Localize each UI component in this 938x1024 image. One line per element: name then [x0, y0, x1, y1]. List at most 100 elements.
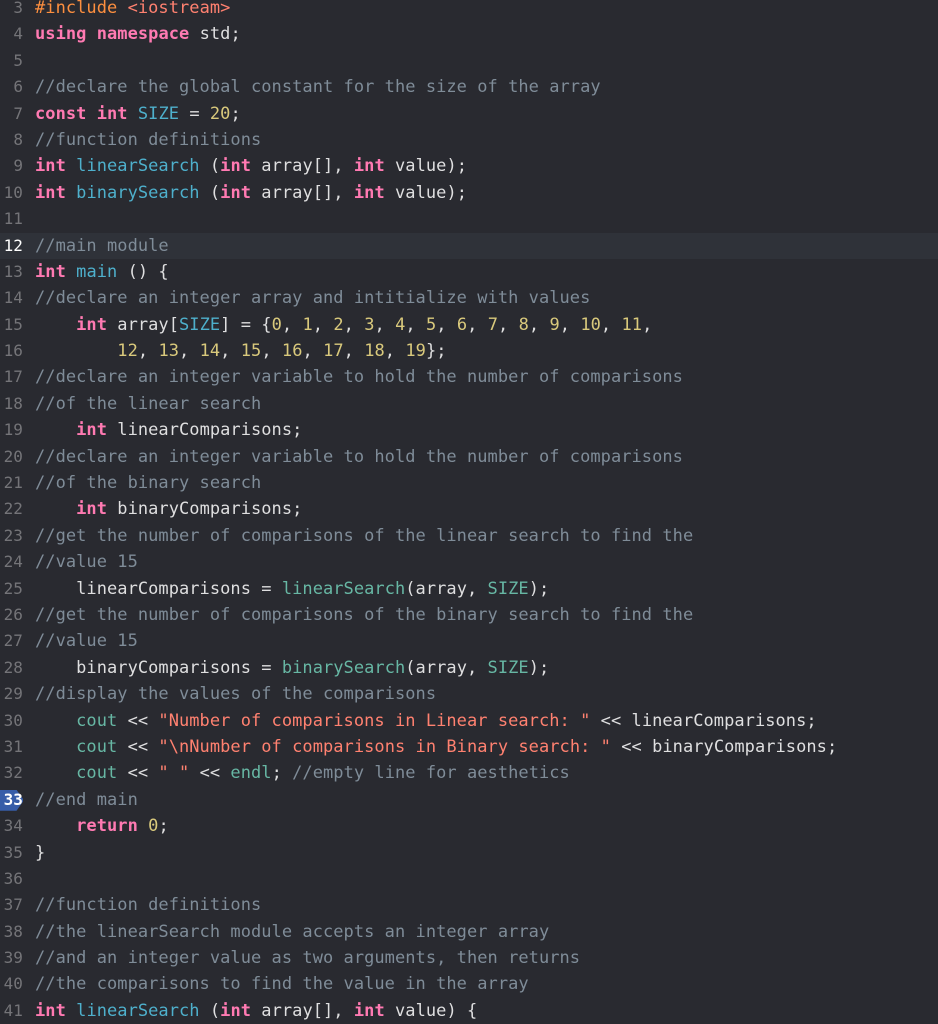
code-line[interactable]: 23 //get the number of comparisons of the… [0, 523, 938, 549]
line-number[interactable]: 33 [0, 787, 23, 813]
code-line[interactable]: 26 //get the number of comparisons of the… [0, 602, 938, 628]
line-number[interactable]: 20 [0, 444, 23, 470]
code-token: , [436, 314, 457, 335]
line-number[interactable]: 21 [0, 470, 23, 496]
code-editor[interactable]: 3 #include <iostream> 4 using namespace std… [0, 0, 938, 1024]
line-number[interactable]: 39 [0, 945, 23, 971]
code-line[interactable]: 17 //declare an integer variable to hold … [0, 364, 938, 390]
line-number[interactable]: 11 [0, 206, 23, 232]
code-line[interactable]: 36 [0, 866, 938, 892]
line-number[interactable]: 30 [0, 708, 23, 734]
code-line[interactable]: 19 int linearComparisons; [0, 417, 938, 443]
code-line[interactable]: 21 //of the binary search [0, 470, 938, 496]
line-number[interactable]: 14 [0, 285, 23, 311]
code-text: //end main [35, 787, 138, 813]
code-line[interactable]: 15 int array[SIZE] = {0, 1, 2, 3, 4, 5, … [0, 312, 938, 338]
code-line[interactable]: 25 linearComparisons = linearSearch(arra… [0, 576, 938, 602]
code-token: 13 [158, 341, 180, 362]
code-line[interactable]: 31 cout << "\nNumber of comparisons in B… [0, 734, 938, 760]
code-line[interactable]: 6 //declare the global constant for the s… [0, 74, 938, 100]
line-number[interactable]: 41 [0, 998, 23, 1024]
line-number[interactable]: 17 [0, 364, 23, 390]
line-number-text: 31 [3, 736, 23, 756]
line-number[interactable]: 29 [0, 681, 23, 707]
code-line[interactable]: 33 //end main [0, 787, 938, 813]
code-line[interactable]: 38 //the linearSearch module accepts an i… [0, 919, 938, 945]
line-number-text: 34 [3, 816, 23, 836]
code-token: 8 [518, 314, 529, 335]
line-number[interactable]: 25 [0, 576, 23, 602]
line-number[interactable]: 37 [0, 892, 23, 918]
code-line[interactable]: 28 binaryComparisons = binarySearch(arra… [0, 655, 938, 681]
line-number[interactable]: 22 [0, 496, 23, 522]
line-number[interactable]: 6 [0, 74, 23, 100]
line-number[interactable]: 18 [0, 391, 23, 417]
code-line[interactable]: 27 //value 15 [0, 628, 938, 654]
code-line[interactable]: 11 [0, 206, 938, 232]
code-line[interactable]: 14 //declare an integer array and intitia… [0, 285, 938, 311]
code-token: <iostream> [127, 0, 231, 18]
code-token: , [302, 341, 324, 362]
code-text: int linearSearch (int array[], int value… [35, 153, 467, 179]
code-line[interactable]: 10 int binarySearch (int array[], int val… [0, 180, 938, 206]
code-line[interactable]: 7 const int SIZE = 20; [0, 101, 938, 127]
line-number[interactable]: 38 [0, 919, 23, 945]
line-number[interactable]: 9 [0, 153, 23, 179]
line-number[interactable]: 28 [0, 655, 23, 681]
code-token: 9 [549, 314, 560, 335]
code-line[interactable]: 41 int linearSearch (int array[], int val… [0, 998, 938, 1024]
line-number[interactable]: 16 [0, 338, 23, 364]
line-number[interactable]: 13 [0, 259, 23, 285]
line-number[interactable]: 12 [0, 233, 23, 259]
code-line[interactable]: 22 int binaryComparisons; [0, 496, 938, 522]
code-token: ; [271, 763, 293, 784]
code-line[interactable]: 4 using namespace std; [0, 21, 938, 47]
code-line[interactable]: 39 //and an integer value as two argument… [0, 945, 938, 971]
code-token: //of the linear search [35, 393, 262, 414]
code-line[interactable]: 9 int linearSearch (int array[], int valu… [0, 153, 938, 179]
code-line[interactable]: 24 //value 15 [0, 549, 938, 575]
line-number[interactable]: 5 [0, 48, 23, 74]
code-text: int binarySearch (int array[], int value… [35, 180, 467, 206]
line-number[interactable]: 27 [0, 628, 23, 654]
code-line[interactable]: 32 cout << " " << endl; //empty line for… [0, 760, 938, 786]
code-text: cout << " " << endl; //empty line for ae… [35, 760, 570, 786]
line-number[interactable]: 19 [0, 417, 23, 443]
line-number-text: 39 [3, 948, 23, 968]
line-number-text: 17 [3, 367, 23, 387]
code-line[interactable]: 34 return 0; [0, 813, 938, 839]
line-number[interactable]: 23 [0, 523, 23, 549]
code-line[interactable]: 20 //declare an integer variable to hold … [0, 444, 938, 470]
line-number[interactable]: 36 [0, 866, 23, 892]
code-line[interactable]: 40 //the comparisons to find the value in… [0, 971, 938, 997]
line-number[interactable]: 15 [0, 312, 23, 338]
line-number[interactable]: 24 [0, 549, 23, 575]
code-line[interactable]: 8 //function definitions [0, 127, 938, 153]
code-line[interactable]: 3 #include <iostream> [0, 0, 938, 21]
code-line[interactable]: 35} [0, 840, 938, 866]
code-token: int [353, 1000, 385, 1021]
code-line[interactable]: 30 cout << "Number of comparisons in Lin… [0, 708, 938, 734]
line-number[interactable]: 31 [0, 734, 23, 760]
code-line[interactable]: 16 12, 13, 14, 15, 16, 17, 18, 19}; [0, 338, 938, 364]
code-line[interactable]: 5 [0, 48, 938, 74]
code-line[interactable]: 37 //function definitions [0, 892, 938, 918]
line-number[interactable]: 8 [0, 127, 23, 153]
code-token: value); [384, 182, 468, 203]
line-number[interactable]: 7 [0, 101, 23, 127]
code-text: //function definitions [35, 892, 261, 918]
line-number[interactable]: 34 [0, 813, 23, 839]
code-token: array[], [251, 156, 354, 177]
line-number[interactable]: 40 [0, 971, 23, 997]
code-line[interactable]: 18 //of the linear search [0, 391, 938, 417]
code-token: ( [199, 156, 221, 177]
line-number[interactable]: 26 [0, 602, 23, 628]
line-number[interactable]: 4 [0, 21, 23, 47]
line-number[interactable]: 32 [0, 760, 23, 786]
line-number[interactable]: 35 [0, 840, 23, 866]
code-line[interactable]: 13 int main () { [0, 259, 938, 285]
line-number[interactable]: 10 [0, 180, 23, 206]
code-line[interactable]: 12 //main module [0, 232, 938, 259]
code-line[interactable]: 29 //display the values of the comparison… [0, 681, 938, 707]
line-number[interactable]: 3 [0, 0, 23, 21]
